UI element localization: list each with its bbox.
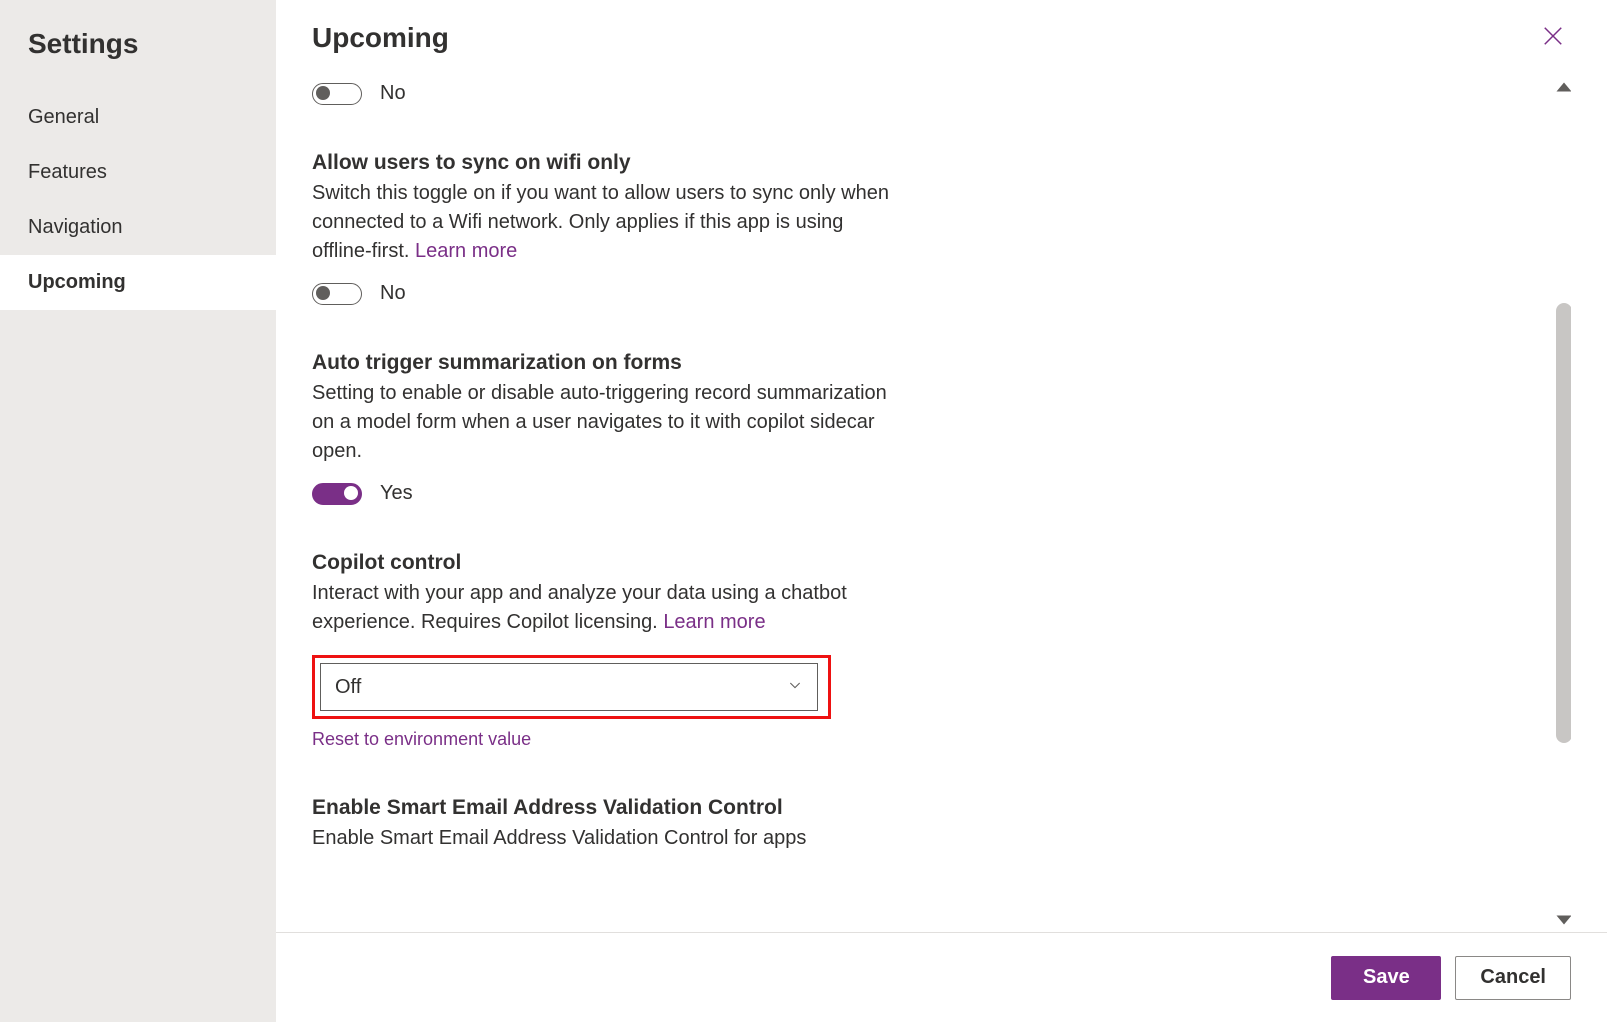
sidebar-item-features[interactable]: Features (0, 145, 276, 200)
close-icon (1542, 25, 1564, 52)
copilot-select-highlight: Off (312, 655, 831, 719)
setting-wifi-title: Allow users to sync on wifi only (312, 151, 1192, 175)
setting-email-desc: Enable Smart Email Address Validation Co… (312, 824, 892, 853)
page-title: Upcoming (312, 22, 449, 54)
toggle-unknown-label: No (380, 82, 406, 105)
scroll-thumb[interactable] (1556, 303, 1571, 743)
copilot-select[interactable]: Off (320, 663, 818, 711)
toggle-auto-summarize-label: Yes (380, 482, 413, 505)
setting-email-title: Enable Smart Email Address Validation Co… (312, 796, 1192, 820)
scroll-down-arrow-icon[interactable] (1555, 913, 1571, 932)
setting-wifi-desc: Switch this toggle on if you want to all… (312, 179, 892, 266)
toggle-auto-summarize[interactable] (312, 483, 362, 505)
sidebar-item-upcoming[interactable]: Upcoming (0, 255, 276, 310)
settings-sidebar: Settings General Features Navigation Upc… (0, 0, 276, 1022)
close-button[interactable] (1535, 20, 1571, 56)
toggle-wifi-sync-label: No (380, 282, 406, 305)
learn-more-link[interactable]: Learn more (415, 240, 517, 262)
save-button[interactable]: Save (1331, 956, 1441, 1000)
chevron-down-icon (787, 676, 803, 699)
scroll-track[interactable] (1556, 103, 1571, 909)
learn-more-link[interactable]: Learn more (663, 611, 765, 633)
copilot-select-value: Off (335, 676, 361, 699)
cancel-button[interactable]: Cancel (1455, 956, 1571, 1000)
setting-summarize-title: Auto trigger summarization on forms (312, 351, 1192, 375)
main-panel: Upcoming No Allow users to sync on (276, 0, 1607, 1022)
settings-content: No Allow users to sync on wifi only Swit… (312, 82, 1192, 853)
setting-copilot-desc: Interact with your app and analyze your … (312, 579, 892, 637)
setting-copilot-title: Copilot control (312, 551, 1192, 575)
sidebar-item-navigation[interactable]: Navigation (0, 200, 276, 255)
reset-to-environment-link[interactable]: Reset to environment value (312, 729, 531, 750)
sidebar-item-general[interactable]: General (0, 90, 276, 145)
setting-summarize-desc: Setting to enable or disable auto-trigge… (312, 379, 892, 466)
toggle-wifi-sync[interactable] (312, 283, 362, 305)
scroll-up-arrow-icon[interactable] (1555, 80, 1571, 99)
footer-bar: Save Cancel (276, 932, 1607, 1022)
toggle-unknown[interactable] (312, 83, 362, 105)
vertical-scrollbar[interactable] (1551, 80, 1571, 932)
sidebar-title: Settings (0, 20, 276, 90)
